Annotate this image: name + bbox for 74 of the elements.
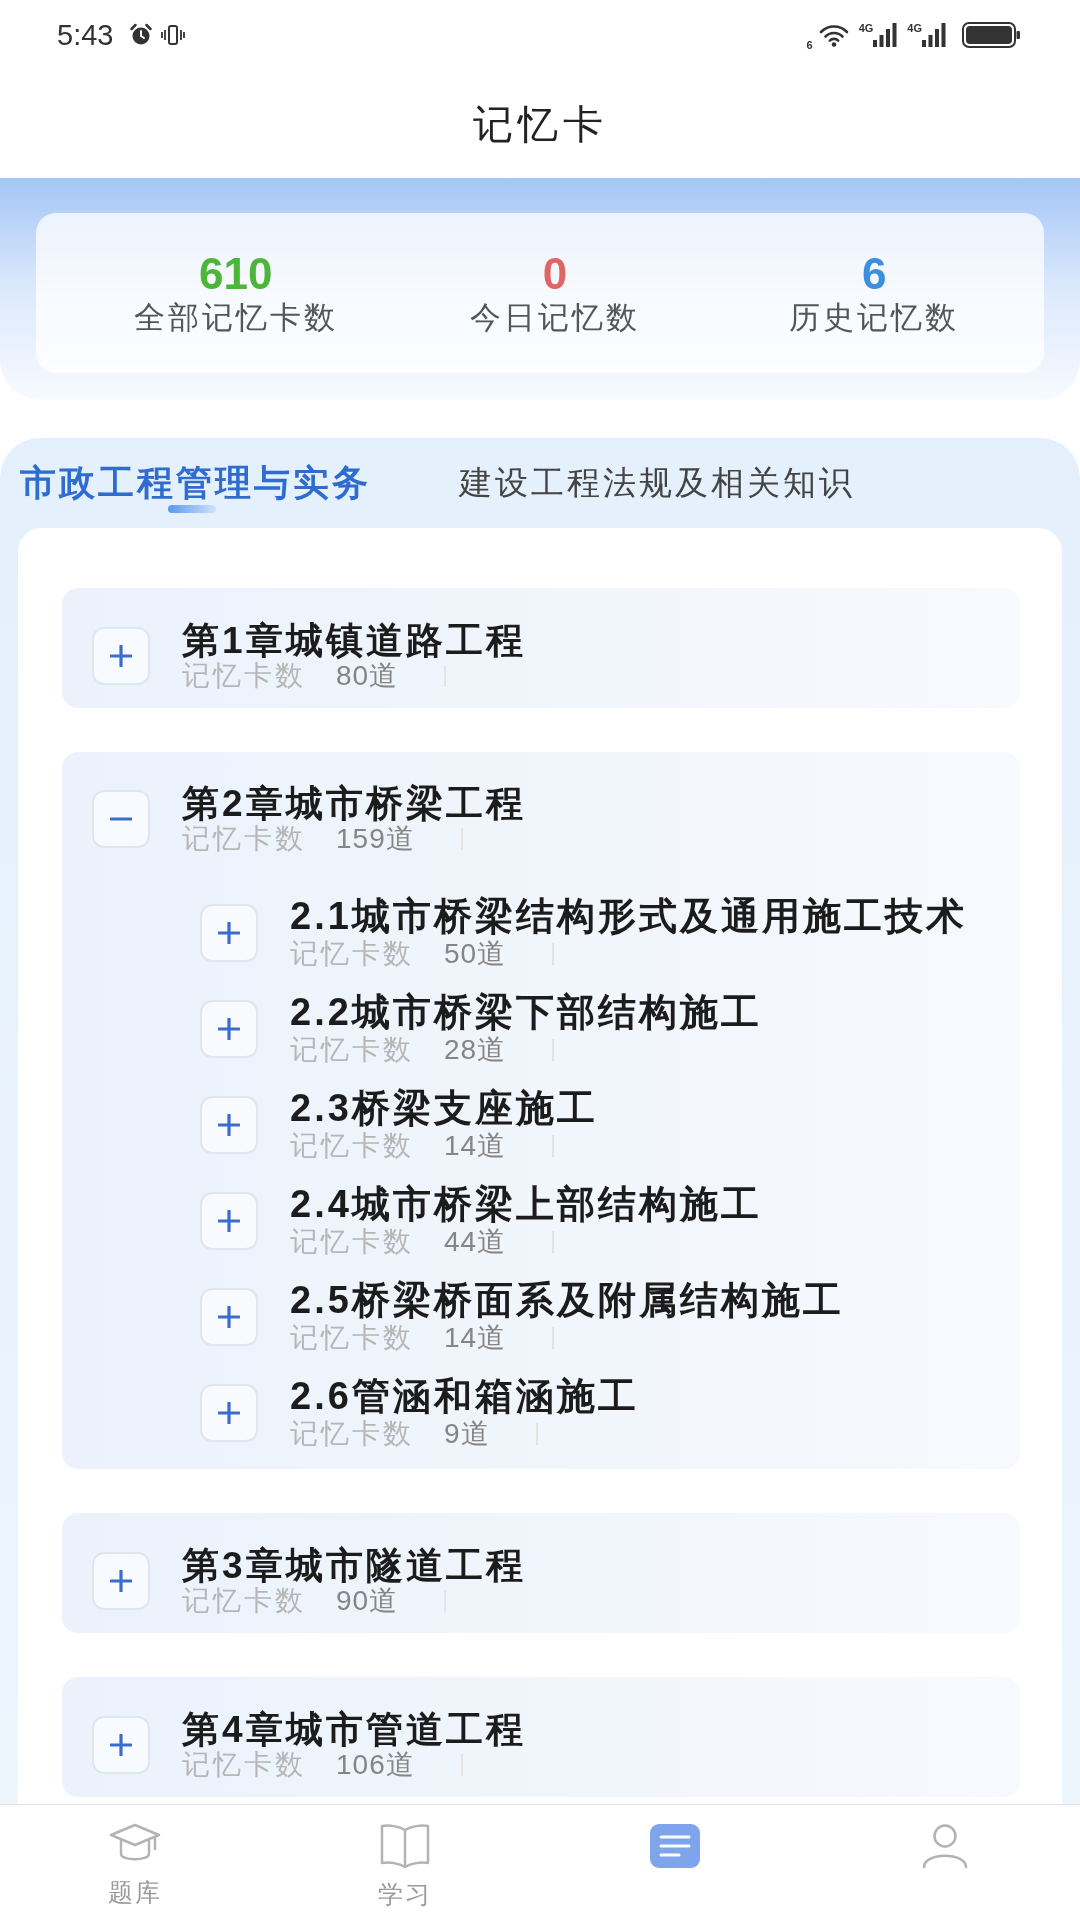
expand-button[interactable]	[200, 1000, 258, 1058]
alarm-icon	[129, 23, 154, 47]
count-label: 记忆卡数	[290, 1227, 414, 1257]
subject-tab[interactable]: 建设工程法规及相关知识	[459, 451, 855, 515]
count-value: 90道	[336, 1586, 399, 1616]
plus-icon	[218, 1402, 240, 1424]
count-label: 记忆卡数	[182, 1586, 306, 1616]
minus-icon	[110, 817, 132, 821]
page-title: 记忆卡	[472, 101, 608, 148]
signal-icon	[873, 23, 898, 47]
count-label: 记忆卡数	[182, 824, 306, 854]
card-stack-icon	[649, 1823, 701, 1869]
count-label: 记忆卡数	[182, 661, 306, 691]
expand-button[interactable]	[200, 1192, 258, 1250]
section-title: 2.4城市桥梁上部结构施工	[290, 1183, 762, 1225]
count-value: 9道	[444, 1419, 490, 1449]
section-title: 2.1城市桥梁结构形式及通用施工技术	[290, 895, 967, 937]
count-value: 14道	[444, 1323, 507, 1353]
expand-button[interactable]	[200, 1288, 258, 1346]
plus-icon	[110, 1570, 132, 1592]
count-value: 50道	[444, 939, 507, 969]
count-value: 44道	[444, 1227, 507, 1257]
chapter-title: 第3章城市隧道工程	[182, 1546, 526, 1586]
section-title: 2.5桥梁桥面系及附属结构施工	[290, 1279, 844, 1321]
expand-button[interactable]	[92, 1716, 150, 1774]
status-time: 5:43	[57, 20, 114, 50]
person-icon	[921, 1823, 969, 1869]
section-title: 2.3桥梁支座施工	[290, 1087, 598, 1129]
count-value: 159道	[336, 824, 415, 854]
stat-label: 历史记忆数	[789, 299, 960, 337]
expand-button[interactable]	[92, 627, 150, 685]
signal-icon	[922, 23, 946, 47]
count-value: 28道	[444, 1035, 507, 1065]
stat-value: 610	[198, 249, 273, 299]
vibrate-icon	[161, 24, 186, 46]
wifi-icon	[818, 23, 849, 47]
nav-item[interactable]: 学习	[270, 1805, 540, 1920]
book-icon	[379, 1823, 431, 1869]
count-label: 记忆卡数	[290, 1131, 414, 1161]
count-label: 记忆卡数	[290, 1419, 414, 1449]
tab-indicator	[168, 505, 216, 513]
count-label: 记忆卡数	[290, 1035, 414, 1065]
count-label: 记忆卡数	[182, 1750, 306, 1780]
nav-item[interactable]: 题库	[0, 1805, 270, 1920]
count-value: 80道	[336, 661, 399, 691]
plus-icon	[218, 1306, 240, 1328]
subject-tab[interactable]: 市政工程管理与实务	[20, 451, 371, 515]
chapter-title: 第1章城镇道路工程	[182, 621, 526, 661]
plus-icon	[218, 1018, 240, 1040]
network-type-label: 4G	[907, 23, 922, 34]
plus-icon	[110, 1734, 132, 1756]
stat-value: 0	[542, 249, 568, 299]
plus-icon	[218, 922, 240, 944]
plus-icon	[110, 645, 132, 667]
chapter-title: 第4章城市管道工程	[182, 1710, 526, 1750]
plus-icon	[218, 1210, 240, 1232]
network-type-label: 4G	[858, 23, 874, 34]
count-label: 记忆卡数	[290, 1323, 414, 1353]
section-title: 2.6管涵和箱涵施工	[290, 1375, 639, 1417]
expand-button[interactable]	[200, 1384, 258, 1442]
count-value: 14道	[444, 1131, 507, 1161]
expand-button[interactable]	[92, 1552, 150, 1610]
chapter-title: 第2章城市桥梁工程	[182, 784, 526, 824]
expand-button[interactable]	[200, 904, 258, 962]
expand-button[interactable]	[200, 1096, 258, 1154]
stat-label: 全部记忆卡数	[133, 299, 338, 337]
section-title: 2.2城市桥梁下部结构施工	[290, 991, 762, 1033]
count-label: 记忆卡数	[290, 939, 414, 969]
count-value: 106道	[336, 1750, 415, 1780]
battery-icon	[962, 22, 1020, 48]
stat-value: 6	[862, 249, 887, 299]
wifi-label: 6	[806, 39, 813, 51]
stat-label: 今日记忆数	[470, 299, 640, 337]
plus-icon	[218, 1114, 240, 1136]
